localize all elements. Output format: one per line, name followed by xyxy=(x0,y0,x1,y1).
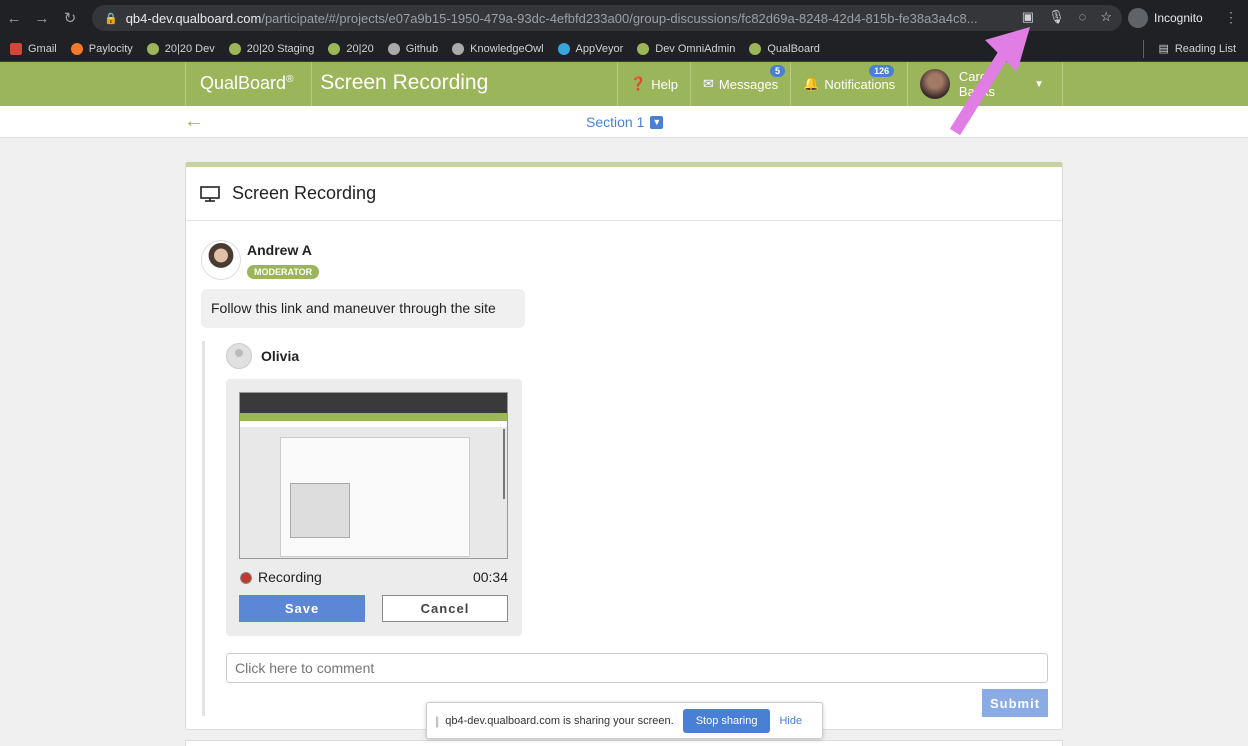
bookmark-paylocity[interactable]: Paylocity xyxy=(70,42,133,55)
qualboard-icon xyxy=(749,42,762,55)
header-title: Screen Recording xyxy=(320,71,489,94)
record-dot-icon xyxy=(240,572,252,584)
forward-icon[interactable]: → xyxy=(28,10,56,27)
envelope-icon: ✉ xyxy=(703,76,714,91)
incognito-icon xyxy=(1128,8,1148,28)
recording-preview[interactable] xyxy=(239,392,508,559)
bell-icon: 🔔 xyxy=(803,76,820,91)
bookmark-2020-dev[interactable]: 20|20 Dev xyxy=(146,42,215,55)
recording-panel: Recording 00:34 Save Cancel xyxy=(226,379,522,636)
qualboard-icon xyxy=(146,42,159,55)
caret-down-icon: ▼ xyxy=(1034,78,1044,90)
share-message: qb4-dev.qualboard.com is sharing your sc… xyxy=(445,714,674,727)
divider xyxy=(1143,40,1144,58)
post-body: Follow this link and maneuver through th… xyxy=(201,289,525,328)
notifications-button[interactable]: 🔔 Notifications 126 xyxy=(790,62,907,106)
post-author: Andrew A xyxy=(247,242,312,258)
comment-input[interactable] xyxy=(226,653,1048,683)
bookmark-gmail[interactable]: Gmail xyxy=(10,42,57,55)
recording-label: Recording xyxy=(258,569,322,585)
screen-share-bar: || qb4-dev.qualboard.com is sharing your… xyxy=(426,702,823,739)
card-header: Screen Recording xyxy=(186,167,1062,221)
bookmark-knowledgeowl[interactable]: KnowledgeOwl xyxy=(452,42,544,55)
app-header: QualBoard® Screen Recording ❓ Help ✉ Messa… xyxy=(0,62,1248,106)
notifications-badge: 126 xyxy=(869,65,895,77)
kebab-menu-icon[interactable]: ⋮ xyxy=(1224,9,1238,26)
card-title: Screen Recording xyxy=(232,183,377,203)
bookmark-appveyor[interactable]: AppVeyor xyxy=(557,42,623,55)
cancel-button[interactable]: Cancel xyxy=(382,595,508,622)
help-button[interactable]: ❓ Help xyxy=(617,62,690,106)
qualboard-icon xyxy=(228,42,241,55)
save-button[interactable]: Save xyxy=(239,595,365,622)
bookmark-2020-staging[interactable]: 20|20 Staging xyxy=(228,42,314,55)
browser-toolbar: ← → ↻ 🔒 qb4-dev.qualboard.com/participat… xyxy=(0,0,1248,36)
bookmark-github[interactable]: Github xyxy=(387,42,438,55)
reply-thread-line xyxy=(202,341,205,716)
qualboard-icon xyxy=(637,42,650,55)
gmail-icon xyxy=(10,42,22,55)
bookmarks-bar: Gmail Paylocity 20|20 Dev 20|20 Staging … xyxy=(0,36,1248,62)
activity-card: Screen Recording Andrew A MODERATOR Foll… xyxy=(185,162,1063,730)
star-icon[interactable]: ☆ xyxy=(1100,9,1112,25)
next-card xyxy=(185,740,1063,746)
hide-link[interactable]: Hide xyxy=(779,715,802,727)
url-text[interactable]: qb4-dev.qualboard.com/participate/#/proj… xyxy=(126,11,1026,26)
recording-timer: 00:34 xyxy=(472,569,508,585)
section-selector[interactable]: Section 1 ▼ xyxy=(586,114,664,130)
bookmark-2020[interactable]: 20|20 xyxy=(328,42,374,55)
stop-sharing-button[interactable]: Stop sharing xyxy=(682,708,771,733)
appveyor-icon xyxy=(557,42,570,55)
microphone-icon[interactable]: 🎙 xyxy=(1048,9,1065,25)
messages-button[interactable]: ✉ Messages 5 xyxy=(690,62,790,106)
paylocity-icon xyxy=(70,42,83,55)
back-arrow-icon[interactable]: ← xyxy=(184,110,204,133)
drag-handle-icon[interactable]: || xyxy=(435,714,439,728)
reading-list[interactable]: ▤ Reading List xyxy=(1158,42,1236,56)
github-icon xyxy=(387,42,400,55)
section-bar: ← Section 1 ▼ xyxy=(0,106,1248,138)
monitor-icon xyxy=(200,185,220,202)
bookmark-dev-omniadmin[interactable]: Dev OmniAdmin xyxy=(637,42,735,55)
brand-logo[interactable]: QualBoard® xyxy=(185,62,313,106)
submit-button[interactable]: Submit xyxy=(982,689,1048,717)
role-badge: MODERATOR xyxy=(247,265,320,279)
incognito-indicator[interactable]: Incognito xyxy=(1128,8,1203,28)
back-icon[interactable]: ← xyxy=(0,10,28,27)
reply-author: Olivia xyxy=(261,348,300,364)
chevron-down-icon: ▼ xyxy=(650,115,664,129)
bookmark-qualboard[interactable]: QualBoard xyxy=(749,42,820,55)
question-circle-icon: ❓ xyxy=(630,76,647,91)
reload-icon[interactable]: ↻ xyxy=(56,9,84,27)
eye-off-icon[interactable]: ◌ xyxy=(1079,9,1087,25)
lock-icon: 🔒 xyxy=(104,12,118,25)
owl-icon xyxy=(452,42,465,55)
avatar xyxy=(201,240,241,280)
qualboard-icon xyxy=(328,42,341,55)
reading-list-icon: ▤ xyxy=(1158,43,1169,55)
annotation-arrow-icon xyxy=(949,27,1030,136)
user-placeholder-icon xyxy=(226,343,252,369)
messages-badge: 5 xyxy=(770,65,786,77)
